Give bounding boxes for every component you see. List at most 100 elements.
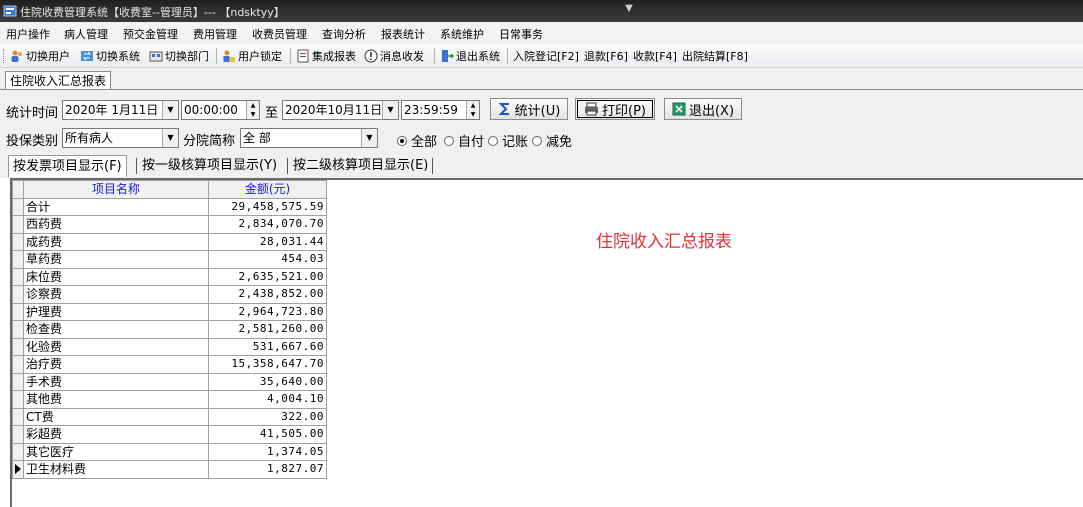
menu-reports[interactable]: 报表统计 — [381, 26, 425, 42]
cell-item-name[interactable]: 西药费 — [23, 215, 209, 234]
exit-button[interactable]: 退出(X) — [664, 98, 742, 120]
cell-amount[interactable]: 28,031.44 — [208, 232, 327, 251]
row-selector[interactable] — [12, 250, 24, 269]
cell-item-name[interactable]: 彩超费 — [23, 425, 209, 444]
payment-button[interactable]: 收款[F4] — [633, 48, 677, 64]
table-row[interactable]: 手术费 35,640.00 — [12, 372, 327, 391]
tab-by-level1-item[interactable]: 按一级核算项目显示(Y) — [138, 155, 281, 177]
table-row[interactable]: 草药费 454.03 — [12, 250, 327, 269]
row-selector[interactable] — [12, 215, 24, 234]
row-selector[interactable] — [12, 407, 24, 426]
row-selector[interactable] — [12, 232, 24, 251]
exit-system-button[interactable]: 退出系统 — [440, 48, 500, 64]
cell-item-name[interactable]: 合计 — [23, 197, 209, 216]
menu-patient[interactable]: 病人管理 — [64, 26, 108, 42]
table-row[interactable]: 成药费 28,031.44 — [12, 232, 327, 251]
toolbar-grip[interactable] — [3, 49, 6, 63]
cell-item-name[interactable]: 手术费 — [23, 372, 209, 391]
row-selector[interactable] — [12, 390, 24, 409]
row-selector[interactable] — [12, 355, 24, 374]
radio-self-pay[interactable]: 自付 — [444, 131, 484, 150]
chevron-down-icon[interactable]: ▼ — [618, 3, 640, 19]
table-row[interactable]: 床位费 2,635,521.00 — [12, 267, 327, 286]
menu-deposit[interactable]: 预交金管理 — [123, 26, 178, 42]
discharge-button[interactable]: 出院结算[F8] — [682, 48, 748, 64]
row-selector[interactable] — [12, 267, 24, 286]
table-row[interactable]: 检查费 2,581,260.00 — [12, 320, 327, 339]
switch-system-button[interactable]: 切换系统 — [80, 48, 140, 64]
user-lock-button[interactable]: 用户锁定 — [222, 48, 282, 64]
end-time-field[interactable]: 23:59:59 ▲ ▼ — [401, 100, 480, 120]
chevron-down-icon[interactable]: ▼ — [162, 101, 178, 119]
cell-amount[interactable]: 2,438,852.00 — [208, 285, 327, 304]
radio-all[interactable]: 全部 — [397, 131, 437, 150]
cell-amount[interactable]: 4,004.10 — [208, 390, 327, 409]
column-header-item-name[interactable]: 项目名称 — [23, 180, 209, 199]
chevron-down-icon[interactable]: ▼ — [162, 129, 178, 147]
row-selector[interactable] — [12, 442, 24, 461]
cell-amount[interactable]: 1,374.05 — [208, 442, 327, 461]
row-selector[interactable] — [12, 302, 24, 321]
cell-item-name[interactable]: 检查费 — [23, 320, 209, 339]
menu-fees[interactable]: 费用管理 — [193, 26, 237, 42]
cell-amount[interactable]: 35,640.00 — [208, 372, 327, 391]
row-selector[interactable] — [12, 372, 24, 391]
row-selector[interactable] — [12, 285, 24, 304]
table-row[interactable]: 其他费 4,004.10 — [12, 390, 327, 409]
cell-amount[interactable]: 454.03 — [208, 250, 327, 269]
table-row[interactable]: 诊察费 2,438,852.00 — [12, 285, 327, 304]
summary-grid[interactable]: 项目名称 金额(元) 合计 29,458,575.59 西药费 2,834,070.7… — [12, 180, 327, 479]
radio-account[interactable]: 记账 — [488, 131, 528, 150]
cell-item-name[interactable]: CT费 — [23, 407, 209, 426]
column-header-amount[interactable]: 金额(元) — [208, 180, 327, 199]
cell-amount[interactable]: 531,667.60 — [208, 337, 327, 356]
stats-button[interactable]: 统计(U) — [490, 98, 568, 120]
menu-system[interactable]: 系统维护 — [440, 26, 484, 42]
table-row[interactable]: 护理费 2,964,723.80 — [12, 302, 327, 321]
cell-amount[interactable]: 1,827.07 — [208, 460, 327, 479]
cell-item-name[interactable]: 诊察费 — [23, 285, 209, 304]
integrated-report-button[interactable]: 集成报表 — [296, 48, 356, 64]
cell-item-name[interactable]: 草药费 — [23, 250, 209, 269]
chevron-down-icon[interactable]: ▼ — [361, 129, 377, 147]
table-row[interactable]: 西药费 2,834,070.70 — [12, 215, 327, 234]
cell-amount[interactable]: 41,505.00 — [208, 425, 327, 444]
end-date-picker[interactable]: 2020年10月11日 ▼ — [282, 100, 399, 120]
cell-item-name[interactable]: 治疗费 — [23, 355, 209, 374]
radio-waive[interactable]: 减免 — [532, 131, 572, 150]
cell-item-name[interactable]: 床位费 — [23, 267, 209, 286]
cell-amount[interactable]: 322.00 — [208, 407, 327, 426]
cell-item-name[interactable]: 成药费 — [23, 232, 209, 251]
cell-amount[interactable]: 2,581,260.00 — [208, 320, 327, 339]
cell-item-name[interactable]: 化验费 — [23, 337, 209, 356]
table-row[interactable]: 治疗费 15,358,647.70 — [12, 355, 327, 374]
spinner-icon[interactable]: ▲ ▼ — [246, 101, 259, 119]
switch-user-button[interactable]: 切换用户 — [10, 48, 70, 64]
branch-select[interactable]: 全 部 ▼ — [240, 128, 378, 148]
tab-income-summary[interactable]: 住院收入汇总报表 — [5, 71, 112, 90]
cell-amount[interactable]: 15,358,647.70 — [208, 355, 327, 374]
table-row[interactable]: 合计 29,458,575.59 — [12, 197, 327, 216]
tab-by-invoice-item[interactable]: 按发票项目显示(F) — [8, 155, 127, 177]
print-button[interactable]: 打印(P) — [575, 98, 655, 120]
menu-daily[interactable]: 日常事务 — [499, 26, 543, 42]
cell-amount[interactable]: 29,458,575.59 — [208, 197, 327, 216]
cell-amount[interactable]: 2,964,723.80 — [208, 302, 327, 321]
table-row[interactable]: CT费 322.00 — [12, 407, 327, 426]
table-row[interactable]: 其它医疗 1,374.05 — [12, 442, 327, 461]
row-selector[interactable] — [12, 337, 24, 356]
menu-cashier[interactable]: 收费员管理 — [252, 26, 307, 42]
row-selector[interactable] — [12, 320, 24, 339]
menu-user-ops[interactable]: 用户操作 — [6, 26, 50, 42]
message-button[interactable]: 消息收发 — [364, 48, 424, 64]
insurance-type-select[interactable]: 所有病人 ▼ — [62, 128, 179, 148]
start-date-picker[interactable]: 2020年 1月11日 ▼ — [62, 100, 179, 120]
menu-query[interactable]: 查询分析 — [322, 26, 366, 42]
cell-item-name[interactable]: 卫生材料费 — [23, 460, 209, 479]
switch-dept-button[interactable]: 切换部门 — [149, 48, 209, 64]
admission-button[interactable]: 入院登记[F2] — [513, 48, 579, 64]
row-selector[interactable] — [12, 197, 24, 216]
cell-amount[interactable]: 2,834,070.70 — [208, 215, 327, 234]
chevron-down-icon[interactable]: ▼ — [382, 101, 398, 119]
tab-by-level2-item[interactable]: 按二级核算项目显示(E) — [289, 155, 432, 177]
